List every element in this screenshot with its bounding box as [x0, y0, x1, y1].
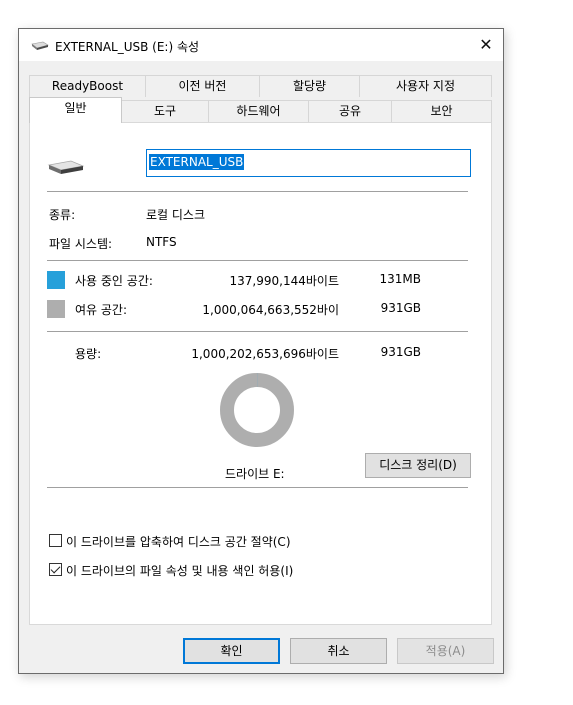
cancel-button[interactable]: 취소	[290, 638, 387, 664]
apply-button[interactable]: 적용(A)	[397, 638, 494, 664]
capacity-label: 용량:	[75, 347, 102, 361]
free-space-bytes: 1,000,064,663,552바이	[202, 303, 339, 317]
free-space-ring	[220, 373, 294, 447]
disk-usage-donut	[220, 372, 294, 447]
tab-quota[interactable]: 할당량	[259, 75, 360, 97]
disk-cleanup-button[interactable]: 디스크 정리(D)	[365, 453, 471, 478]
divider	[47, 191, 468, 192]
tab-sharing[interactable]: 공유	[308, 100, 392, 122]
divider	[47, 331, 468, 332]
used-space-size: 131MB	[379, 272, 422, 286]
tab-customize[interactable]: 사용자 지정	[359, 75, 492, 97]
close-icon: ✕	[479, 35, 493, 54]
divider	[47, 260, 468, 261]
general-panel: EXTERNAL_USB 종류: 로컬 디스크 파일 시스템: NTFS 사용 …	[29, 122, 492, 625]
compress-label[interactable]: 이 드라이브를 압축하여 디스크 공간 절약(C)	[66, 533, 291, 550]
tab-security[interactable]: 보안	[391, 100, 492, 122]
drive-letter-label: 드라이브 E:	[225, 467, 285, 481]
tab-tools[interactable]: 도구	[121, 100, 209, 122]
free-space-swatch	[47, 300, 65, 318]
filesystem-value: NTFS	[146, 235, 177, 249]
filesystem-label: 파일 시스템:	[49, 237, 113, 251]
window-title: EXTERNAL_USB (E:) 속성	[55, 40, 200, 54]
properties-dialog: EXTERNAL_USB (E:) 속성 ✕ ReadyBoost 이전 버전 …	[18, 28, 504, 674]
ok-button[interactable]: 확인	[183, 638, 280, 664]
drive-name-input[interactable]: EXTERNAL_USB	[146, 149, 471, 177]
drive-icon	[31, 41, 49, 50]
title-bar: EXTERNAL_USB (E:) 속성 ✕	[19, 29, 503, 61]
tab-readyboost[interactable]: ReadyBoost	[29, 75, 146, 97]
used-space-bytes: 137,990,144바이트	[229, 274, 339, 288]
divider	[47, 487, 468, 488]
usb-drive-icon	[47, 160, 85, 174]
used-space-swatch	[47, 271, 65, 289]
used-space-label: 사용 중인 공간:	[75, 274, 153, 288]
index-checkbox[interactable]	[49, 563, 62, 576]
index-label[interactable]: 이 드라이브의 파일 속성 및 내용 색인 허용(I)	[66, 562, 293, 579]
free-space-size: 931GB	[380, 301, 421, 315]
tab-previous-versions[interactable]: 이전 버전	[145, 75, 260, 97]
tab-general[interactable]: 일반	[29, 97, 122, 123]
capacity-size: 931GB	[380, 345, 421, 359]
compress-checkbox[interactable]	[49, 534, 62, 547]
close-button[interactable]: ✕	[469, 29, 503, 61]
type-value: 로컬 디스크	[146, 208, 206, 222]
tab-hardware[interactable]: 하드웨어	[208, 100, 309, 122]
capacity-bytes: 1,000,202,653,696바이트	[191, 347, 339, 361]
type-label: 종류:	[49, 208, 76, 222]
free-space-label: 여유 공간:	[75, 303, 128, 317]
drive-name-text: EXTERNAL_USB	[149, 154, 245, 170]
